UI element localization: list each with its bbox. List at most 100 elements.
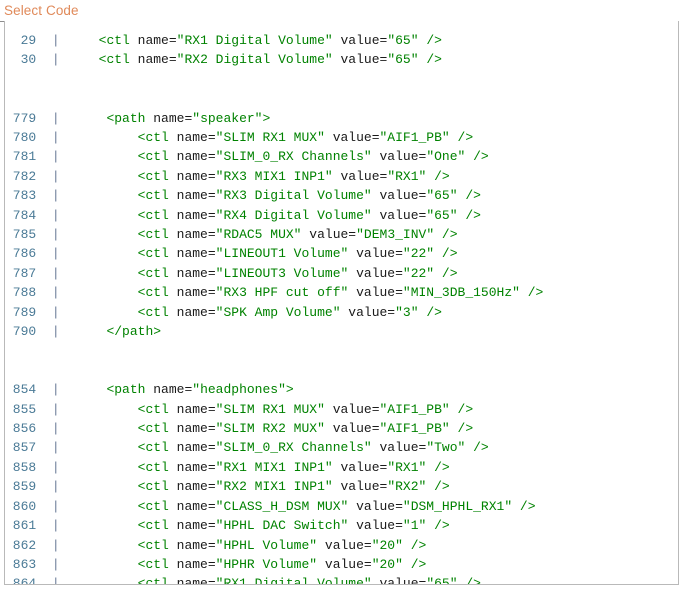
code-token-tag: <ctl <box>137 440 177 456</box>
code-token-tag: /> <box>426 168 450 184</box>
line-number: 784 <box>5 207 37 223</box>
code-token-tag: /> <box>426 459 450 475</box>
code-token-str: "DSM_HPHL_RX1" <box>402 498 513 514</box>
gutter-separator: | <box>36 227 60 243</box>
code-line: 864 | <ctl name="RX1 Digital Volume" val… <box>5 574 678 584</box>
code-line: 783 | <ctl name="RX3 Digital Volume" val… <box>5 186 678 205</box>
code-token-tag: /> <box>418 52 442 68</box>
code-token-tag: <ctl <box>137 304 177 320</box>
code-token-tag: <ctl <box>137 227 177 243</box>
code-token-str: "LINEOUT3 Volume" <box>215 265 349 281</box>
code-token-attr: name= <box>176 401 216 417</box>
code-scroll-area[interactable]: 29 | <ctl name="RX1 Digital Volume" valu… <box>5 21 678 584</box>
line-number: 781 <box>5 149 37 165</box>
code-token-tag: <path <box>106 382 154 398</box>
code-token-tag: <ctl <box>137 168 177 184</box>
code-token-attr: value= <box>371 188 427 204</box>
gutter-separator: | <box>36 265 60 281</box>
code-token-attr: name= <box>137 52 177 68</box>
code-content[interactable]: 29 | <ctl name="RX1 Digital Volume" valu… <box>5 31 678 584</box>
gutter-separator: | <box>36 576 60 584</box>
code-token-tag: /> <box>457 576 481 584</box>
code-line: 780 | <ctl name="SLIM RX1 MUX" value="AI… <box>5 128 678 147</box>
select-code-label: Select Code <box>4 3 79 18</box>
code-line: 30 | <ctl name="RX2 Digital Volume" valu… <box>5 50 678 69</box>
gutter-separator: | <box>36 498 60 514</box>
code-token-str: "RX1 Digital Volume" <box>215 576 372 584</box>
line-number: 787 <box>5 265 37 281</box>
code-token-str: "SLIM RX1 MUX" <box>215 401 325 417</box>
code-token-tag: /> <box>519 285 544 301</box>
code-token-str: "RX2" <box>387 479 427 495</box>
gutter-separator: | <box>36 110 60 126</box>
code-token-attr: name= <box>176 188 216 204</box>
code-line: 862 | <ctl name="HPHL Volume" value="20"… <box>5 536 678 555</box>
code-token-attr: name= <box>176 168 216 184</box>
code-token-tag: /> <box>434 246 458 262</box>
code-token-str: "RX2 MIX1 INP1" <box>215 479 333 495</box>
code-token-tag: <ctl <box>137 421 177 437</box>
code-token-tag: <ctl <box>137 285 177 301</box>
code-token-str: "AIF1_PB" <box>379 421 450 437</box>
code-line: 784 | <ctl name="RX4 Digital Volume" val… <box>5 206 678 225</box>
code-token-tag: <ctl <box>137 576 177 584</box>
line-number: 779 <box>5 110 37 126</box>
code-token-tag: <ctl <box>137 188 177 204</box>
code-line: 789 | <ctl name="SPK Amp Volume" value="… <box>5 303 678 322</box>
code-token-attr: name= <box>176 304 216 320</box>
code-token-attr: value= <box>332 479 388 495</box>
code-token-attr: name= <box>176 498 216 514</box>
code-token-attr: value= <box>317 556 372 572</box>
code-line: 861 | <ctl name="HPHL DAC Switch" value=… <box>5 516 678 535</box>
code-token-tag: <ctl <box>137 498 177 514</box>
code-token-str: "65" <box>387 33 419 48</box>
line-number: 861 <box>5 518 37 534</box>
line-number: 786 <box>5 246 37 262</box>
code-token-str: "22" <box>402 265 435 281</box>
code-viewer-page: Select Code 29 | <ctl name="RX1 Digital … <box>0 0 679 599</box>
code-line: 786 | <ctl name="LINEOUT1 Volume" value=… <box>5 244 678 263</box>
code-token-str: "speaker" <box>192 110 263 126</box>
code-token-attr: value= <box>371 576 427 584</box>
line-number: 783 <box>5 188 37 204</box>
code-token-attr: name= <box>176 246 216 262</box>
code-token-str: "HPHR Volume" <box>215 556 318 572</box>
code-token-str: "20" <box>371 537 403 553</box>
gutter-separator: | <box>36 556 60 572</box>
gutter-separator: | <box>36 285 60 301</box>
code-token-tag: </path> <box>106 324 162 340</box>
code-line: 788 | <ctl name="RX3 HPF cut off" value=… <box>5 283 678 302</box>
code-line: 855 | <ctl name="SLIM RX1 MUX" value="AI… <box>5 400 678 419</box>
code-line: 857 | <ctl name="SLIM_0_RX Channels" val… <box>5 438 678 457</box>
line-number: 856 <box>5 421 37 437</box>
code-token-str: "SLIM RX1 MUX" <box>215 130 325 145</box>
code-token-attr: name= <box>176 421 216 437</box>
gutter-separator: | <box>36 537 60 553</box>
code-token-tag: /> <box>465 440 489 456</box>
code-token-str: "20" <box>371 556 403 572</box>
code-token-attr: value= <box>371 149 427 165</box>
code-token-attr: value= <box>348 498 403 514</box>
code-token-str: "RX1 Digital Volume" <box>176 33 333 48</box>
line-number: 788 <box>5 285 37 301</box>
code-token-str: "3" <box>395 304 419 320</box>
code-token-attr: name= <box>176 518 216 534</box>
line-number: 862 <box>5 537 37 553</box>
code-line: 854 | <path name="headphones"> <box>5 380 678 399</box>
code-token-attr: value= <box>340 304 396 320</box>
code-token-attr: name= <box>176 556 216 572</box>
code-token-attr: value= <box>348 285 403 301</box>
code-token-str: "RX1" <box>387 459 427 475</box>
code-block-container[interactable]: 29 | <ctl name="RX1 Digital Volume" valu… <box>4 21 679 585</box>
gutter-separator: | <box>36 382 60 398</box>
